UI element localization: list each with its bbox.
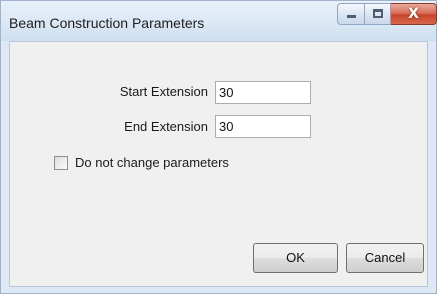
maximize-icon bbox=[373, 9, 383, 18]
dialog-body: Start Extension 30 End Extension 30 Do n… bbox=[9, 41, 428, 287]
window-title: Beam Construction Parameters bbox=[9, 15, 205, 31]
caption-buttons: X bbox=[337, 3, 437, 27]
minimize-icon bbox=[347, 15, 356, 18]
end-extension-field[interactable]: 30 bbox=[215, 115, 311, 138]
close-icon: X bbox=[408, 6, 419, 22]
no-change-row[interactable]: Do not change parameters bbox=[54, 155, 229, 170]
title-bar[interactable]: Beam Construction Parameters X bbox=[1, 1, 437, 41]
dialog-window: Beam Construction Parameters X Start Ext… bbox=[0, 0, 437, 294]
minimize-button[interactable] bbox=[337, 3, 365, 25]
no-change-checkbox[interactable] bbox=[54, 155, 68, 170]
start-extension-field[interactable]: 30 bbox=[215, 81, 311, 104]
end-extension-label: End Extension bbox=[124, 119, 208, 134]
start-extension-label: Start Extension bbox=[119, 84, 208, 99]
no-change-label[interactable]: Do not change parameters bbox=[75, 155, 229, 170]
cancel-button[interactable]: Cancel bbox=[346, 243, 424, 273]
maximize-button[interactable] bbox=[365, 3, 391, 25]
close-button[interactable]: X bbox=[391, 3, 437, 25]
ok-button[interactable]: OK bbox=[253, 243, 338, 273]
